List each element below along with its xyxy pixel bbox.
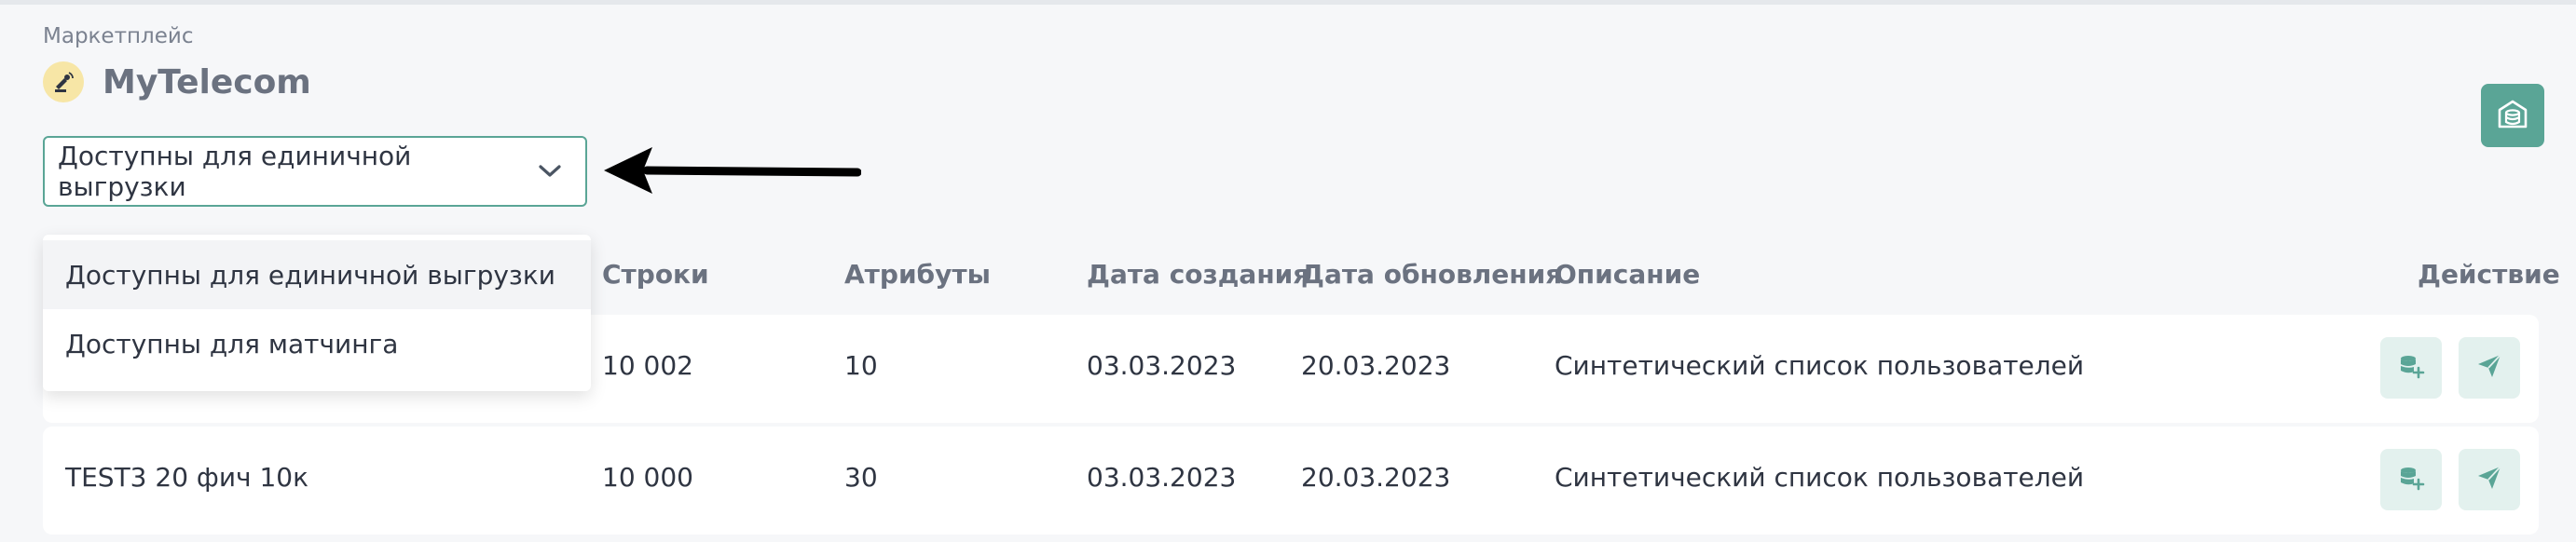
send-button[interactable]: [2459, 449, 2520, 510]
database-add-icon: [2397, 464, 2425, 495]
cell-attributes: 30: [844, 462, 878, 493]
cell-attributes: 10: [844, 350, 878, 381]
column-header-action: Действие: [2418, 259, 2560, 290]
cell-created: 03.03.2023: [1087, 350, 1237, 381]
cell-updated: 20.03.2023: [1301, 350, 1451, 381]
satellite-dish-icon: [43, 61, 84, 102]
column-header-updated: Дата обновления: [1301, 259, 1563, 290]
cell-rows: 10 002: [602, 350, 693, 381]
column-header-created: Дата создания: [1087, 259, 1310, 290]
cell-description: Синтетический список пользователей: [1555, 462, 2085, 493]
filter-dropdown-menu: Доступны для единичной выгрузки Доступны…: [43, 235, 591, 391]
cell-rows: 10 000: [602, 462, 693, 493]
storage-icon: [2496, 97, 2529, 134]
top-divider: [0, 0, 2576, 5]
page-title: MyTelecom: [103, 62, 311, 102]
add-to-storage-button[interactable]: [2380, 337, 2442, 399]
breadcrumb[interactable]: Маркетплейс: [43, 24, 193, 48]
arrow-left-icon: [600, 140, 862, 209]
cell-created: 03.03.2023: [1087, 462, 1237, 493]
cell-name: TEST3 20 фич 10к: [65, 462, 309, 493]
dropdown-option-single-export[interactable]: Доступны для единичной выгрузки: [43, 240, 591, 309]
send-icon: [2475, 464, 2503, 495]
column-header-description: Описание: [1555, 259, 1701, 290]
send-icon: [2475, 352, 2503, 384]
database-add-icon: [2397, 352, 2425, 384]
send-button[interactable]: [2459, 337, 2520, 399]
column-header-attributes: Атрибуты: [844, 259, 991, 290]
filter-select[interactable]: Доступны для единичной выгрузки: [43, 136, 587, 207]
column-header-rows: Строки: [602, 259, 709, 290]
cell-updated: 20.03.2023: [1301, 462, 1451, 493]
chevron-down-icon[interactable]: [531, 153, 569, 190]
storage-button[interactable]: [2481, 84, 2544, 147]
cell-description: Синтетический список пользователей: [1555, 350, 2085, 381]
brand-header: MyTelecom: [43, 61, 311, 102]
add-to-storage-button[interactable]: [2380, 449, 2442, 510]
dropdown-option-matching[interactable]: Доступны для матчинга: [43, 309, 591, 378]
table-row[interactable]: TEST3 20 фич 10к 10 000 30 03.03.2023 20…: [43, 427, 2539, 535]
filter-select-value: Доступны для единичной выгрузки: [58, 141, 412, 202]
